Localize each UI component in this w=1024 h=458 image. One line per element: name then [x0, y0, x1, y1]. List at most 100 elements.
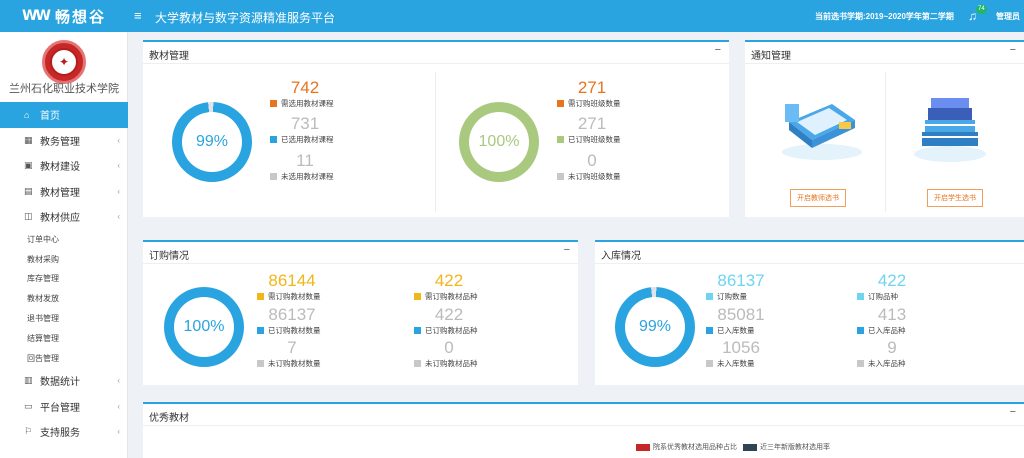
- order-donut: 100%: [164, 287, 244, 367]
- panel-header: 入库情况: [595, 242, 1024, 264]
- sidebar-item-label: 支持服务: [40, 428, 80, 440]
- subnav-feedback[interactable]: 回告管理: [0, 348, 128, 368]
- panel-header: 订购情况 −: [143, 242, 578, 264]
- panel-divider: [885, 72, 886, 212]
- class-order-donut: 100%: [459, 102, 539, 182]
- stat-value: 422: [434, 271, 464, 290]
- sidebar-item-label: 首页: [40, 111, 60, 123]
- sidebar-item-construction[interactable]: ▣ 教材建设 ‹: [0, 153, 128, 179]
- stat-label: 未入库数量: [717, 359, 755, 368]
- menu-toggle-icon[interactable]: ≡: [134, 8, 142, 23]
- sidebar-item-support[interactable]: ⚐ 支持服务 ‹: [0, 419, 128, 445]
- top-header: WW 畅想谷 ≡ 大学教材与数字资源精准服务平台 当前选书学期:2019~202…: [0, 0, 1024, 32]
- panel-title: 订购情况: [149, 251, 189, 262]
- order-status-panel: 订购情况 − 100% 86144 需订购教材数量 86137 已订购教材数量 …: [143, 240, 578, 385]
- stat-label: 订购数量: [717, 292, 747, 301]
- stat-legend: 需订购教材数量: [257, 291, 357, 302]
- stat-needed-courses: 742 需选用教材课程: [270, 79, 370, 109]
- stat-legend: 已订购教材数量: [257, 325, 357, 336]
- brand[interactable]: WW 畅想谷: [0, 0, 128, 32]
- sidebar-item-label: 数据统计: [40, 377, 80, 389]
- stat-needed-classes: 271 需订购班级数量: [557, 79, 657, 109]
- stat-legend: 已订购教材品种: [414, 325, 514, 336]
- stat-label: 需订购班级数量: [568, 99, 621, 108]
- panel-title: 通知管理: [751, 51, 791, 62]
- platform-title: 大学教材与数字资源精准服务平台: [155, 11, 336, 25]
- minimize-icon[interactable]: −: [715, 44, 721, 56]
- stat-label: 未入库品种: [868, 359, 906, 368]
- stat-ordered-quantity: 86137 已订购教材数量: [257, 306, 357, 336]
- sidebar-item-label: 教材建设: [40, 162, 80, 174]
- stat-label: 已入库数量: [717, 326, 755, 335]
- subnav-inventory[interactable]: 库存管理: [0, 269, 128, 289]
- school-emblem-icon: ✦: [42, 40, 86, 84]
- monitor-icon: ▭: [24, 400, 33, 411]
- stat-legend: 已选用教材课程: [270, 134, 370, 145]
- stat-stocked-varieties: 413 已入库品种: [857, 306, 957, 336]
- notice-management-panel: 通知管理 − 开启教师选书 开启学生选书: [745, 40, 1024, 217]
- donut-percent: 99%: [625, 297, 685, 357]
- chevron-left-icon: ‹: [117, 427, 120, 437]
- stat-needed-varieties: 422 需订购教材品种: [414, 272, 514, 302]
- sidebar-item-supply[interactable]: ◫ 教材供应 ‹: [0, 204, 128, 230]
- stat-legend: 已入库品种: [857, 325, 957, 336]
- stat-label: 未订购班级数量: [568, 172, 621, 181]
- stat-label: 订购品种: [868, 292, 898, 301]
- sidebar-item-home[interactable]: ⌂ 首页: [0, 102, 128, 128]
- panel-title: 优秀教材: [149, 413, 189, 424]
- stat-legend: 未订购教材数量: [257, 358, 357, 369]
- stat-value: 86137: [268, 305, 316, 324]
- minimize-icon[interactable]: −: [1010, 406, 1016, 418]
- stat-legend: 未订购班级数量: [557, 171, 657, 182]
- stat-unselected-courses: 11 未选用教材课程: [270, 152, 370, 182]
- stat-value: 86144: [268, 271, 316, 290]
- stat-label: 已订购教材品种: [425, 326, 478, 335]
- donut-percent: 100%: [469, 112, 529, 172]
- legend-label[interactable]: 近三年新版教材选用率: [760, 442, 830, 452]
- subnav-returns[interactable]: 退书管理: [0, 309, 128, 329]
- sidebar-item-academic[interactable]: ▦ 教务管理 ‹: [0, 128, 128, 154]
- subnav-order-center[interactable]: 订单中心: [0, 230, 128, 250]
- panel-header: 教材管理 −: [143, 42, 729, 64]
- stat-legend: 订购品种: [857, 291, 957, 302]
- stat-unstocked-varieties: 9 未入库品种: [857, 339, 957, 369]
- sidebar-item-platform[interactable]: ▭ 平台管理 ‹: [0, 394, 128, 420]
- admin-user-menu[interactable]: 管理员: [996, 11, 1020, 22]
- stat-value: 271: [577, 114, 607, 133]
- stat-selected-courses: 731 已选用教材课程: [270, 115, 370, 145]
- stat-value: 7: [287, 338, 297, 357]
- excellent-textbooks-panel: 优秀教材 − 院系优秀教材选用品种占比 近三年新版教材选用率: [143, 402, 1024, 458]
- sidebar-item-label: 平台管理: [40, 402, 80, 414]
- legend-label[interactable]: 院系优秀教材选用品种占比: [653, 442, 737, 452]
- supply-subnav: 订单中心 教材采购 库存管理 教材发放 退书管理 结算管理 回告管理: [0, 230, 128, 369]
- minimize-icon[interactable]: −: [1010, 44, 1016, 56]
- chevron-left-icon: ‹: [117, 135, 120, 145]
- stat-label: 已入库品种: [868, 326, 906, 335]
- stat-legend: 未选用教材课程: [270, 171, 370, 182]
- legend-swatch: [743, 443, 757, 451]
- stat-value: 413: [877, 305, 907, 324]
- sidebar-item-management[interactable]: ▤ 教材管理 ‹: [0, 179, 128, 205]
- sidebar-item-label: 教材管理: [40, 187, 80, 199]
- sidebar-nav: ⌂ 首页 ▦ 教务管理 ‹ ▣ 教材建设 ‹ ▤ 教材管理 ‹ ◫ 教材供应 ‹…: [0, 102, 128, 445]
- open-teacher-selection-button[interactable]: 开启教师选书: [790, 189, 846, 207]
- stat-label: 未选用教材课程: [281, 172, 334, 181]
- stat-label: 已订购教材数量: [268, 326, 321, 335]
- subnav-settlement[interactable]: 结算管理: [0, 328, 128, 348]
- sidebar-item-statistics[interactable]: ▥ 数据统计 ‹: [0, 368, 128, 394]
- stat-unstocked-quantity: 1056 未入库数量: [706, 339, 806, 369]
- panel-title: 教材管理: [149, 51, 189, 62]
- stat-label: 未订购教材数量: [268, 359, 321, 368]
- home-icon: ⌂: [24, 109, 30, 120]
- chevron-left-icon: ‹: [117, 161, 120, 171]
- chart-legend: 院系优秀教材选用品种占比 近三年新版教材选用率: [630, 442, 830, 452]
- brand-name: 畅想谷: [54, 8, 106, 26]
- minimize-icon[interactable]: −: [564, 244, 570, 256]
- subnav-purchase[interactable]: 教材采购: [0, 249, 128, 269]
- open-student-selection-button[interactable]: 开启学生选书: [927, 189, 983, 207]
- stat-value: 422: [877, 271, 907, 290]
- brand-logo-icon: WW: [22, 8, 51, 24]
- stat-value: 422: [434, 305, 464, 324]
- subnav-distribution[interactable]: 教材发放: [0, 289, 128, 309]
- chart-icon: ▥: [24, 375, 33, 386]
